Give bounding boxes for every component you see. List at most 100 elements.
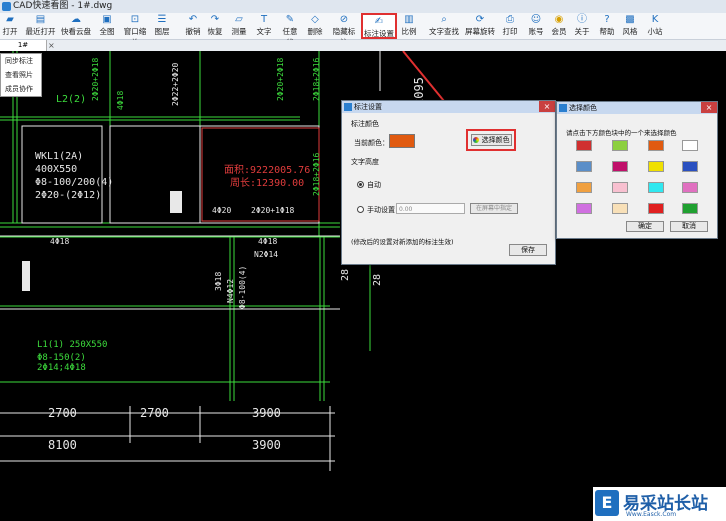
- color-swatch[interactable]: [682, 140, 698, 151]
- annotation-settings-icon: ✍: [374, 16, 384, 27]
- color-swatch[interactable]: [648, 161, 664, 172]
- toolbar-button[interactable]: ☰ 图层: [152, 13, 172, 39]
- toolbar-button-label: 打印: [502, 27, 518, 36]
- color-swatch[interactable]: [612, 182, 628, 193]
- toolbar-button[interactable]: ✎任意线: [279, 13, 301, 47]
- toolbar-button[interactable]: ▤ 最近打开: [25, 13, 56, 39]
- toolbar-button[interactable]: T 文字: [254, 13, 274, 39]
- color-swatch[interactable]: [648, 203, 664, 214]
- ok-button[interactable]: 确定: [626, 221, 664, 232]
- toolbar-button[interactable]: ⎙ 打印: [500, 13, 520, 39]
- cad-text: Φ8-100/200(4): [35, 177, 113, 188]
- toolbar-button[interactable]: ↷ 恢复: [205, 13, 225, 39]
- toolbar-button[interactable]: ▱ 测量: [229, 13, 249, 39]
- color-swatch[interactable]: [648, 140, 664, 151]
- annotation-settings-dialog: 标注设置 × 标注颜色 当前颜色： 选择颜色 文字高度 自动 手动设置 0.00…: [341, 100, 556, 265]
- cad-text: 面积:9222005.76: [224, 164, 310, 176]
- toolbar-button[interactable]: ⓘ 关于: [572, 13, 592, 39]
- cad-text: 28: [340, 269, 351, 281]
- color-wheel-icon: [473, 137, 480, 143]
- manual-value-input[interactable]: 0.00: [396, 203, 465, 214]
- toolbar-button[interactable]: ⊘隐藏标注: [331, 13, 357, 47]
- close-icon[interactable]: ×: [539, 101, 555, 112]
- tab-drawing[interactable]: 1#: [0, 40, 47, 51]
- rotate-icon: ⟳: [475, 14, 485, 25]
- main-toolbar: ▰ 打开 ▤ 最近打开 ☁ 快看云盘 ▣ 全图 ⊡窗口缩放 ☰ 图层 ↶ 撤销 ↷ 恢复 ▱ 测量 T 文字 ✎任意线…: [0, 13, 726, 47]
- tab-bar: 1# ×: [0, 40, 726, 51]
- toolbar-button[interactable]: ▥ 比例: [400, 13, 418, 39]
- app-icon: [2, 2, 11, 11]
- cancel-button[interactable]: 取消: [670, 221, 708, 232]
- current-color-label: 当前颜色：: [354, 139, 389, 147]
- print-icon: ⎙: [506, 14, 514, 25]
- note-text: (修改后的设置对新添加的标注生效): [351, 238, 454, 246]
- cad-text: 4Φ18: [116, 91, 125, 110]
- style-icon: ▩: [625, 14, 635, 25]
- dialog-caption: 标注设置: [342, 101, 555, 113]
- cloud-icon: ☁: [71, 14, 81, 25]
- color-swatch[interactable]: [682, 182, 698, 193]
- folder-icon: ▰: [6, 14, 14, 25]
- toolbar-button[interactable]: ◇ 删除: [305, 13, 325, 39]
- color-swatch[interactable]: [682, 203, 698, 214]
- color-swatch[interactable]: [576, 182, 592, 193]
- toolbar-button[interactable]: K 小站: [643, 13, 667, 39]
- toolbar-button[interactable]: ✍ 标注设置: [361, 13, 397, 39]
- auto-label: 自动: [367, 181, 381, 189]
- toolbar-button[interactable]: ↶ 撤销: [184, 13, 202, 39]
- toolbar-button[interactable]: ☺ 账号: [526, 13, 546, 39]
- toolbar-button[interactable]: ▰ 打开: [0, 13, 20, 39]
- help-icon: ?: [604, 14, 610, 25]
- toolbar-button[interactable]: ▩ 风格: [620, 13, 640, 39]
- toolbar-button[interactable]: ▣ 全图: [97, 13, 117, 39]
- cad-text: L2(2): [56, 94, 86, 105]
- cad-text: 2Φ20+2Φ18: [276, 57, 285, 101]
- toolbar-button[interactable]: ⟳ 屏幕旋转: [464, 13, 496, 39]
- toolbar-button[interactable]: ☁ 快看云盘: [58, 13, 94, 39]
- cad-text: N4Φ12: [226, 279, 235, 303]
- color-swatch[interactable]: [576, 203, 592, 214]
- toolbar-button[interactable]: ⌕ 文字查找: [428, 13, 460, 39]
- close-icon[interactable]: ×: [701, 102, 717, 113]
- pick-on-screen-button[interactable]: 在屏幕中指定: [470, 203, 518, 214]
- color-swatch[interactable]: [612, 203, 628, 214]
- redo-icon: ↷: [210, 14, 220, 25]
- side-menu: 同步标注 查看照片 成员协作: [0, 53, 42, 97]
- auto-radio[interactable]: [357, 181, 364, 188]
- toolbar-button[interactable]: ? 帮助: [597, 13, 617, 39]
- color-swatch[interactable]: [682, 161, 698, 172]
- color-swatch[interactable]: [612, 140, 628, 151]
- color-swatch[interactable]: [576, 140, 592, 151]
- palette-instruction: 请点击下方颜色块中的一个来选择颜色: [566, 129, 677, 137]
- tab-close-icon[interactable]: ×: [48, 40, 55, 51]
- dialog-title: 标注设置: [354, 103, 382, 111]
- toolbar-button[interactable]: ⊡窗口缩放: [121, 13, 149, 47]
- side-menu-item[interactable]: 查看照片: [1, 68, 41, 82]
- cad-text: 3Φ18: [214, 272, 223, 291]
- toolbar-button-label: 删除: [307, 27, 323, 36]
- cad-text: 2Φ14;4Φ18: [37, 363, 86, 373]
- toolbar-button-label: 标注设置: [364, 29, 394, 38]
- cad-text: 3900: [252, 406, 281, 420]
- pen-icon: ✎: [285, 14, 295, 25]
- cad-text: 4Φ18: [50, 237, 69, 246]
- side-menu-item[interactable]: 成员协作: [1, 82, 41, 96]
- toolbar-button-label: 帮助: [599, 27, 615, 36]
- section-color-label: 标注颜色: [351, 120, 379, 128]
- toolbar-button[interactable]: ◉ 会员: [549, 13, 569, 39]
- cad-text: L1(1) 250X550: [37, 340, 107, 350]
- cad-text: 2Φ20-(2Φ12): [35, 190, 101, 201]
- color-swatch[interactable]: [576, 161, 592, 172]
- manual-radio[interactable]: [357, 206, 364, 213]
- select-color-button[interactable]: 选择颜色: [471, 134, 512, 146]
- toolbar-button-label: 图层: [154, 27, 170, 36]
- cad-text: 2Φ20+1Φ18: [251, 206, 295, 215]
- save-button[interactable]: 保存: [509, 244, 547, 256]
- manual-label: 手动设置: [367, 206, 395, 214]
- cad-text: N2Φ14: [254, 250, 278, 259]
- toolbar-button-label: 屏幕旋转: [465, 27, 495, 36]
- color-swatch[interactable]: [648, 182, 664, 193]
- color-swatch[interactable]: [612, 161, 628, 172]
- side-menu-item[interactable]: 同步标注: [1, 54, 41, 68]
- cad-text: 周长:12390.00: [230, 177, 304, 189]
